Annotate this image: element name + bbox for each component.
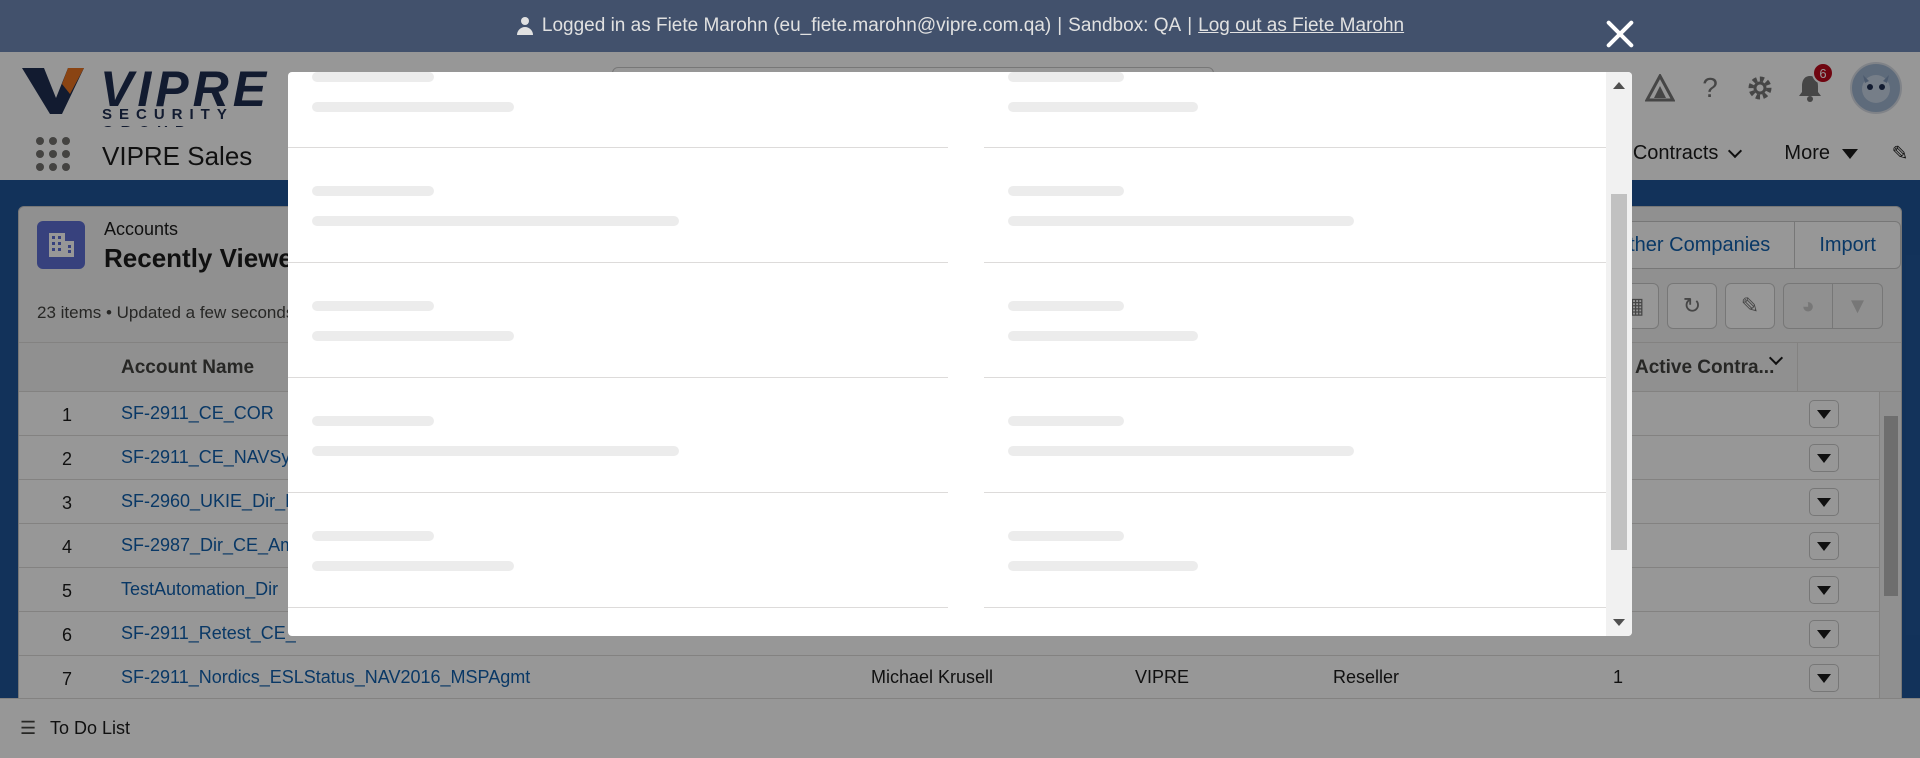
modal-scrollbar[interactable] [1606, 72, 1632, 636]
skeleton-label [1008, 186, 1124, 196]
scroll-up-arrow-icon[interactable] [1613, 82, 1625, 89]
loading-modal [288, 72, 1632, 636]
modal-skeleton-content [288, 72, 1606, 636]
skeleton-label [312, 301, 434, 311]
skeleton-field [288, 493, 948, 608]
scrollbar-thumb[interactable] [1611, 194, 1627, 550]
skeleton-field [288, 72, 948, 148]
skeleton-label [312, 186, 434, 196]
skeleton-field [984, 263, 1606, 378]
skeleton-field [288, 378, 948, 493]
skeleton-value [1008, 446, 1354, 456]
skeleton-label [1008, 416, 1124, 426]
skeleton-value [312, 331, 514, 341]
skeleton-value [1008, 102, 1198, 112]
close-icon[interactable] [1604, 18, 1636, 50]
skeleton-value [1008, 561, 1198, 571]
skeleton-field [984, 378, 1606, 493]
skeleton-label [312, 72, 434, 82]
skeleton-label [1008, 301, 1124, 311]
skeleton-label [312, 531, 434, 541]
skeleton-value [312, 561, 514, 571]
skeleton-label [1008, 531, 1124, 541]
scroll-down-arrow-icon[interactable] [1613, 619, 1625, 626]
skeleton-value [312, 102, 514, 112]
skeleton-field [984, 72, 1606, 148]
skeleton-value [1008, 331, 1198, 341]
skeleton-field [288, 263, 948, 378]
skeleton-value [312, 446, 679, 456]
skeleton-value [1008, 216, 1354, 226]
skeleton-field [288, 148, 948, 263]
skeleton-label [312, 416, 434, 426]
skeleton-value [312, 216, 679, 226]
skeleton-label [1008, 72, 1124, 82]
skeleton-field [984, 148, 1606, 263]
skeleton-field [984, 493, 1606, 608]
